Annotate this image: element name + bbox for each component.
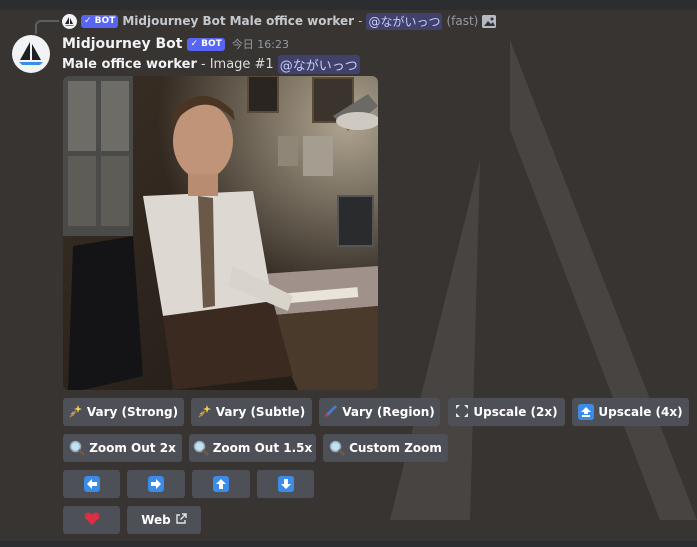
message-content: Male office worker - Image #1 @ながいっつ — [62, 55, 360, 74]
generated-image[interactable] — [63, 76, 378, 390]
vary-strong-label: Vary (Strong) — [86, 405, 179, 419]
vary-subtle-label: Vary (Subtle) — [215, 405, 306, 419]
reply-mention[interactable]: @ながいっつ — [366, 12, 443, 30]
reply-dash: - — [358, 14, 363, 28]
upscale-2x-label: Upscale (2x) — [473, 405, 558, 419]
message-image-label: - Image #1 — [200, 57, 274, 72]
bottom-edge-strip — [0, 541, 697, 547]
upscale-2x-button[interactable]: Upscale (2x) — [448, 398, 565, 426]
pan-down-button[interactable] — [257, 470, 314, 498]
favorite-button[interactable] — [63, 506, 120, 534]
upscale-4x-label: Upscale (4x) — [598, 405, 683, 419]
web-label: Web — [141, 513, 171, 527]
web-link-button[interactable]: Web — [127, 506, 201, 534]
arrow-left-icon — [83, 476, 100, 492]
arrow-down-icon — [277, 476, 294, 492]
arrow-up-icon — [213, 476, 229, 492]
up-arrow-icon — [578, 404, 595, 420]
magnifier-icon — [193, 440, 209, 456]
message-header: Midjourney Bot ✓ BOT 今日 16:23 — [62, 36, 289, 52]
expand-icon — [455, 404, 469, 421]
vary-region-button[interactable]: Vary (Region) — [319, 398, 440, 426]
zoom-out-1-5x-label: Zoom Out 1.5x — [212, 441, 313, 455]
sailboat-icon — [19, 42, 43, 65]
vary-region-label: Vary (Region) — [342, 405, 435, 419]
reply-reference[interactable]: ✓ BOT Midjourney Bot Male office worker … — [62, 12, 497, 30]
image-attachment-icon — [482, 14, 497, 28]
custom-zoom-label: Custom Zoom — [349, 441, 442, 455]
reply-bot-badge: ✓ BOT — [81, 14, 119, 28]
reply-connector-line — [35, 20, 59, 34]
message-prompt: Male office worker — [62, 57, 197, 72]
arrow-right-icon — [148, 476, 164, 492]
sparkles-icon — [198, 404, 212, 421]
magnifier-icon — [69, 440, 86, 456]
magnifier-icon — [329, 440, 345, 456]
vary-strong-button[interactable]: Vary (Strong) — [63, 398, 184, 426]
vary-subtle-button[interactable]: Vary (Subtle) — [191, 398, 312, 426]
pan-right-button[interactable] — [127, 470, 185, 498]
upscale-4x-button[interactable]: Upscale (4x) — [572, 398, 689, 426]
message-timestamp[interactable]: 今日 16:23 — [232, 36, 289, 52]
external-link-icon — [175, 512, 187, 528]
reply-bot-name[interactable]: Midjourney Bot — [122, 14, 225, 28]
reply-prompt: Male office worker — [229, 14, 355, 28]
background-watermark-logo — [390, 40, 697, 520]
custom-zoom-button[interactable]: Custom Zoom — [323, 434, 448, 462]
reply-avatar — [62, 13, 77, 29]
bot-badge: ✓ BOT — [187, 37, 225, 51]
pan-up-button[interactable] — [192, 470, 250, 498]
heart-icon — [84, 512, 100, 529]
message-mention[interactable]: @ながいっつ — [277, 55, 360, 74]
bot-username[interactable]: Midjourney Bot — [62, 36, 182, 52]
pan-left-button[interactable] — [63, 470, 120, 498]
zoom-out-2x-label: Zoom Out 2x — [89, 441, 176, 455]
zoom-out-2x-button[interactable]: Zoom Out 2x — [63, 434, 182, 462]
sparkles-icon — [69, 404, 83, 421]
zoom-out-1-5x-button[interactable]: Zoom Out 1.5x — [189, 434, 316, 462]
top-edge-strip — [0, 0, 697, 10]
sailboat-icon — [65, 16, 74, 26]
bot-avatar[interactable] — [12, 35, 50, 73]
paintbrush-icon — [324, 404, 338, 421]
reply-speed: (fast) — [446, 14, 479, 28]
office-worker-illustration — [63, 76, 378, 390]
